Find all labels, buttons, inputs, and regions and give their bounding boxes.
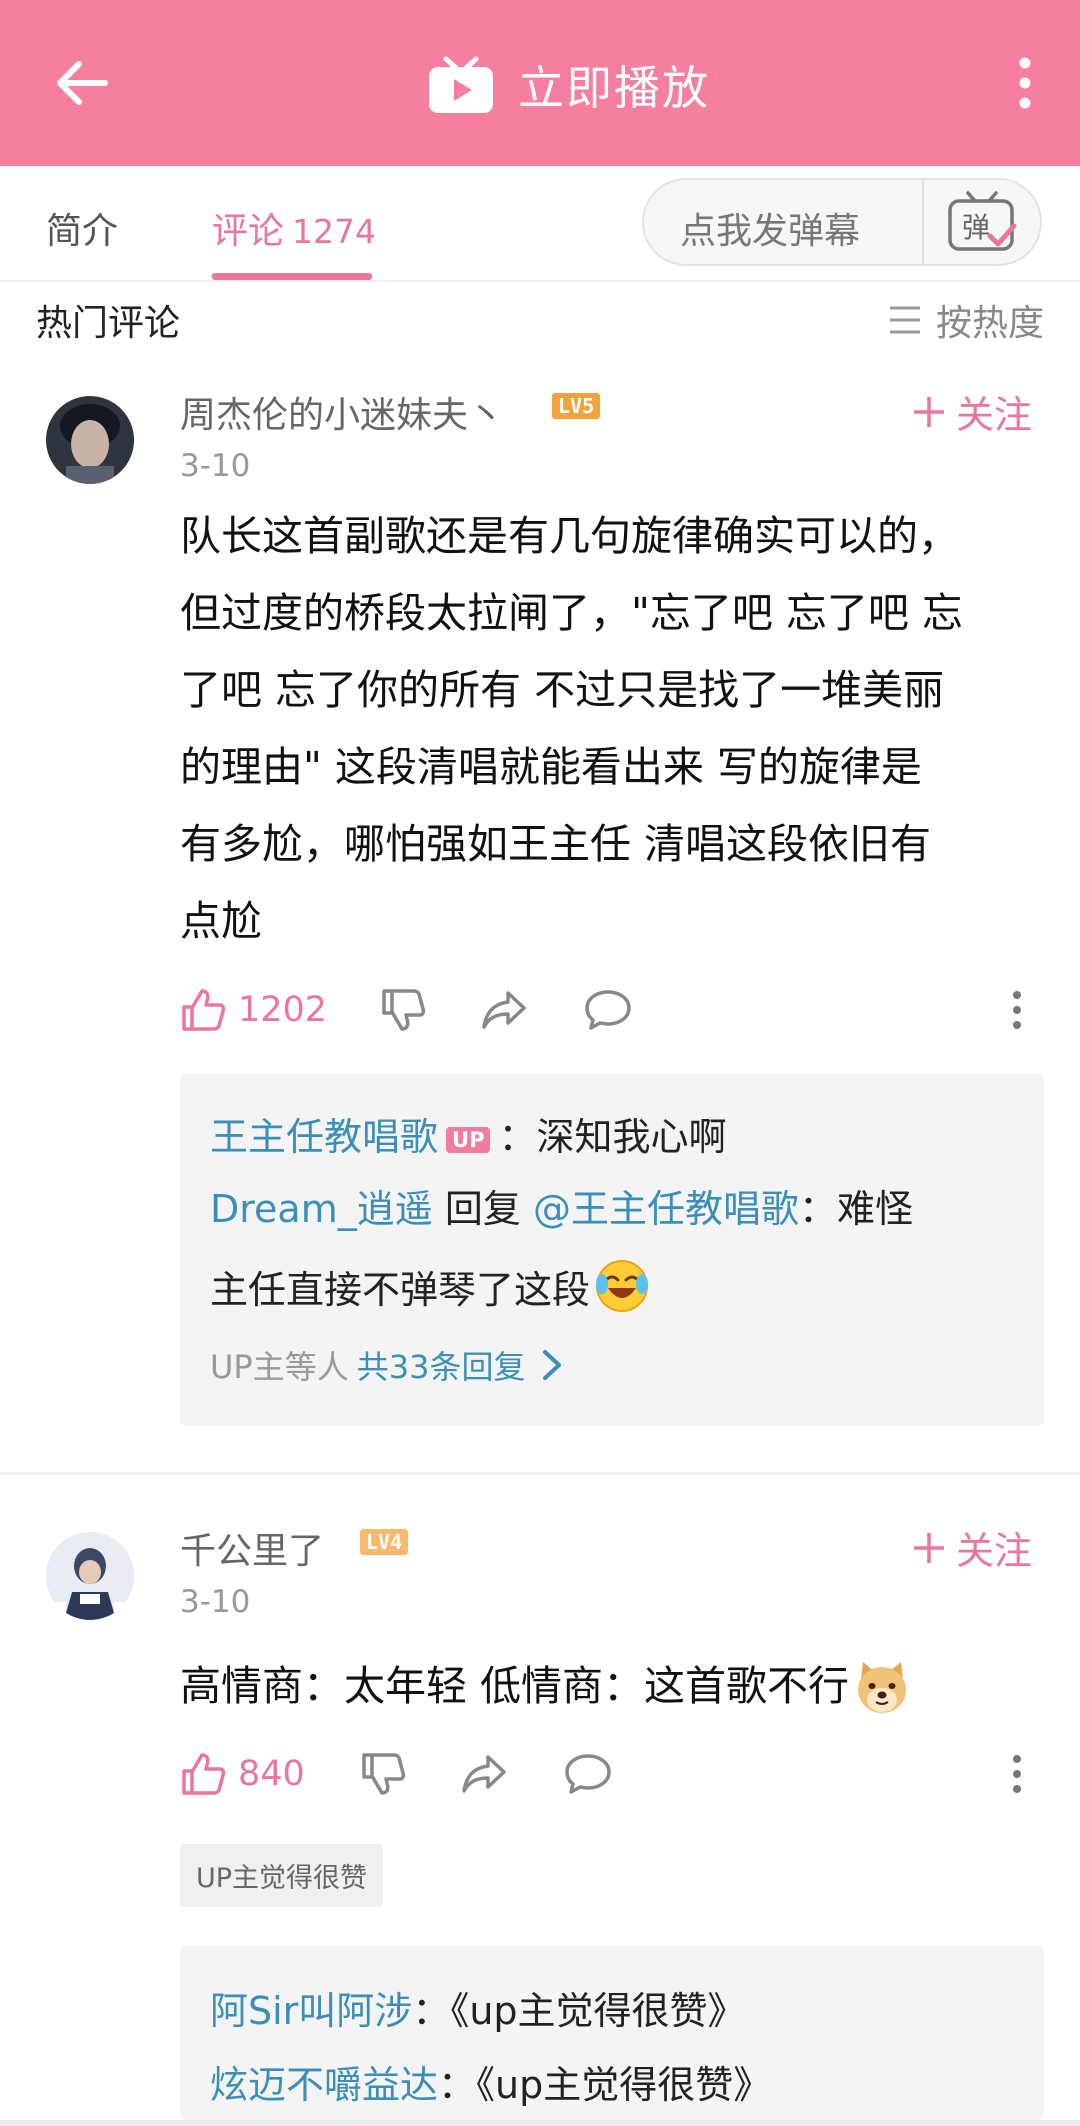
hot-comments-title: 热门评论 bbox=[36, 303, 181, 344]
sort-label: 按热度 bbox=[935, 303, 1044, 344]
plus-icon bbox=[913, 1532, 944, 1563]
thumb-up-icon bbox=[182, 1753, 226, 1795]
tab-comments-label: 评论 bbox=[212, 211, 285, 252]
like-count: 840 bbox=[238, 1754, 305, 1794]
dislike-button[interactable] bbox=[360, 1744, 406, 1804]
user-level-badge: LV5 bbox=[552, 393, 601, 419]
comment-bubble-icon bbox=[585, 990, 631, 1030]
username[interactable]: 千公里了 bbox=[180, 1522, 324, 1574]
danmaku-placeholder: 点我发弹幕 bbox=[680, 211, 861, 252]
avatar[interactable] bbox=[46, 1532, 134, 1620]
reply-preview-box[interactable]: 阿Sir叫阿涉：《up主觉得很赞》 炫迈不嚼益达：《up主觉得很赞》 bbox=[180, 1946, 1044, 2120]
comment-date: 3-10 bbox=[180, 1584, 251, 1620]
replies-total: 共33条回复 bbox=[356, 1348, 526, 1386]
comment-text-line: 但过度的桥段太拉闸了，"忘了吧 忘了吧 忘 bbox=[180, 589, 963, 637]
share-button[interactable] bbox=[480, 980, 528, 1040]
follow-button[interactable]: 关注 bbox=[912, 384, 1032, 439]
follow-button[interactable]: 关注 bbox=[912, 1520, 1032, 1575]
comment-actions: 840 bbox=[180, 1744, 1022, 1804]
share-icon bbox=[482, 991, 526, 1029]
tab-comments[interactable]: 评论 1274 bbox=[212, 202, 376, 254]
like-count: 1202 bbox=[238, 990, 328, 1030]
reply-username[interactable]: 王主任教唱歌 bbox=[210, 1115, 438, 1159]
follow-label: 关注 bbox=[955, 1529, 1032, 1573]
tv-play-icon bbox=[429, 56, 493, 113]
reply-button[interactable] bbox=[584, 980, 632, 1040]
dislike-button[interactable] bbox=[380, 980, 426, 1040]
back-button[interactable] bbox=[40, 48, 124, 118]
comment-text-line: 点尬 bbox=[180, 897, 262, 945]
tab-intro[interactable]: 简介 bbox=[46, 202, 118, 254]
comment-bubble-icon bbox=[565, 1754, 611, 1794]
chevron-right-icon bbox=[543, 1350, 562, 1380]
comment-text: 队长这首副歌还是有几句旋律确实可以的， 但过度的桥段太拉闸了，"忘了吧 忘了吧 … bbox=[180, 498, 1050, 960]
more-vertical-icon bbox=[1013, 1755, 1021, 1793]
reply-mention[interactable]: @王主任教唱歌 bbox=[533, 1187, 799, 1231]
user-level-badge: LV4 bbox=[360, 1529, 409, 1555]
share-button[interactable] bbox=[460, 1744, 508, 1804]
play-now-button[interactable]: 立即播放 bbox=[426, 50, 710, 120]
thumb-up-icon bbox=[182, 989, 226, 1031]
replies-prefix: UP主等人 bbox=[210, 1348, 349, 1386]
reply-text: ：《up主觉得很赞》 bbox=[438, 2063, 772, 2107]
comment-more-button[interactable] bbox=[1012, 980, 1022, 1040]
more-menu-button[interactable] bbox=[1000, 48, 1050, 118]
up-liked-tag: UP主觉得很赞 bbox=[180, 1844, 384, 1907]
reply-username[interactable]: 阿Sir叫阿涉 bbox=[210, 1989, 412, 2033]
reply-username[interactable]: 炫迈不嚼益达 bbox=[210, 2063, 438, 2107]
reply-text: ：《up主觉得很赞》 bbox=[412, 1989, 746, 2033]
comment-text-line: 高情商：太年轻 低情商：这首歌不行 bbox=[180, 1662, 850, 1710]
sort-by-hotness-button[interactable]: 按热度 bbox=[888, 294, 1044, 346]
comment-text-line: 的理由" 这段清唱就能看出来 写的旋律是 bbox=[180, 743, 922, 791]
thumb-down-icon bbox=[362, 1753, 406, 1795]
tab-bar-shadow bbox=[0, 280, 1080, 282]
up-badge: UP bbox=[446, 1126, 491, 1153]
active-tab-indicator bbox=[212, 273, 372, 280]
tab-bar: 简介 评论 1274 点我发弹幕 弹 bbox=[0, 166, 1080, 280]
comment-more-button[interactable] bbox=[1012, 1744, 1022, 1804]
doge-emoji-icon bbox=[858, 1661, 907, 1713]
share-icon bbox=[462, 1755, 506, 1793]
comment-text-line: 有多尬，哪怕强如王主任 清唱这段依旧有 bbox=[180, 820, 932, 868]
laughing-tears-emoji-icon bbox=[596, 1260, 649, 1312]
comment-text: 高情商：太年轻 低情商：这首歌不行 bbox=[180, 1648, 1050, 1725]
reply-item: 阿Sir叫阿涉：《up主觉得很赞》 bbox=[210, 1980, 746, 2035]
like-button[interactable]: 840 bbox=[180, 1744, 305, 1804]
comment-actions: 1202 bbox=[180, 980, 1022, 1040]
reply-item: 王主任教唱歌 UP ：深知我心啊 bbox=[210, 1106, 726, 1161]
sort-list-icon bbox=[889, 306, 920, 334]
comment-date: 3-10 bbox=[180, 448, 251, 484]
danmaku-icon-char: 弹 bbox=[962, 211, 990, 244]
send-danmaku-button[interactable]: 点我发弹幕 弹 bbox=[642, 178, 1042, 266]
comment-count: 1274 bbox=[292, 212, 376, 251]
reply-button[interactable] bbox=[564, 1744, 612, 1804]
danmaku-toggle-icon[interactable]: 弹 bbox=[942, 188, 1022, 258]
reply-text: ：难怪 bbox=[798, 1187, 913, 1231]
username[interactable]: 周杰伦的小迷妹夫丶 bbox=[180, 386, 504, 438]
reply-item: 炫迈不嚼益达：《up主觉得很赞》 bbox=[210, 2054, 771, 2109]
avatar[interactable] bbox=[46, 396, 134, 484]
view-all-replies-link[interactable]: UP主等人 共33条回复 bbox=[210, 1342, 567, 1388]
like-button[interactable]: 1202 bbox=[180, 980, 327, 1040]
thumb-down-icon bbox=[382, 989, 426, 1031]
reply-word: 回复 bbox=[444, 1187, 521, 1231]
bottom-divider bbox=[0, 2120, 1080, 2126]
back-arrow-icon bbox=[57, 61, 108, 105]
reply-item: Dream_逍遥 回复 @王主任教唱歌：难怪 bbox=[210, 1178, 913, 1233]
comment-text-line: 队长这首副歌还是有几句旋律确实可以的， bbox=[180, 512, 959, 560]
plus-icon bbox=[913, 396, 944, 427]
more-vertical-icon bbox=[1013, 991, 1021, 1029]
reply-text: ：深知我心啊 bbox=[498, 1115, 727, 1159]
reply-text: 主任直接不弹琴了这段 bbox=[210, 1267, 591, 1312]
reply-preview-box[interactable]: 王主任教唱歌 UP ：深知我心啊 Dream_逍遥 回复 @王主任教唱歌：难怪 主任… bbox=[180, 1074, 1044, 1426]
more-vertical-icon bbox=[1019, 57, 1031, 109]
comment-text-line: 了吧 忘了你的所有 不过只是找了一堆美丽 bbox=[180, 666, 945, 714]
danmaku-divider bbox=[922, 180, 924, 264]
reply-username[interactable]: Dream_逍遥 bbox=[210, 1187, 433, 1231]
reply-item: 主任直接不弹琴了这段 bbox=[210, 1258, 650, 1314]
follow-label: 关注 bbox=[955, 393, 1032, 437]
top-bar: 立即播放 bbox=[0, 0, 1080, 166]
play-now-label: 立即播放 bbox=[518, 61, 710, 115]
comment-separator bbox=[0, 1472, 1080, 1475]
